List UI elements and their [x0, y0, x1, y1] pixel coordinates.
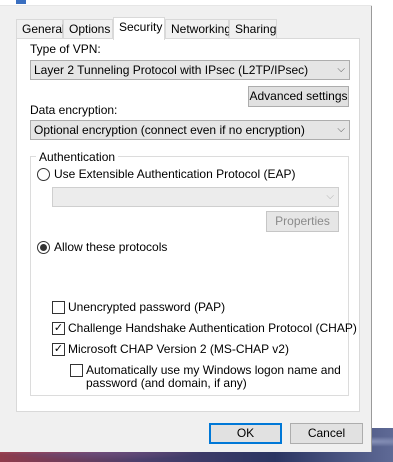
chevron-down-icon: ⌵ — [337, 124, 345, 135]
tab-sharing[interactable]: Sharing — [229, 19, 277, 39]
vpn-type-select[interactable]: Layer 2 Tunneling Protocol with IPsec (L… — [30, 60, 350, 80]
allow-protocols-label[interactable]: Allow these protocols — [54, 240, 167, 254]
advanced-settings-button[interactable]: Advanced settings — [248, 86, 349, 107]
eap-radio[interactable] — [37, 168, 50, 181]
data-encryption-select[interactable]: Optional encryption (connect even if no … — [30, 120, 350, 140]
pap-checkbox[interactable] — [52, 301, 65, 314]
auto-logon-label-line1[interactable]: Automatically use my Windows logon name … — [86, 363, 341, 377]
allow-protocols-radio[interactable] — [37, 241, 50, 254]
data-encryption-value: Optional encryption (connect even if no … — [34, 123, 305, 137]
vpn-type-value: Layer 2 Tunneling Protocol with IPsec (L… — [34, 63, 309, 77]
chevron-down-icon: ⌵ — [337, 64, 345, 75]
mschapv2-label[interactable]: Microsoft CHAP Version 2 (MS-CHAP v2) — [68, 342, 289, 356]
auto-logon-label-line2[interactable]: password (and domain, if any) — [86, 376, 247, 390]
cancel-button[interactable]: Cancel — [290, 423, 363, 444]
vpn-type-label: Type of VPN: — [30, 42, 101, 56]
tab-options[interactable]: Options — [63, 19, 113, 39]
auto-logon-checkbox[interactable] — [70, 364, 83, 377]
ok-button[interactable]: OK — [209, 423, 282, 444]
title-bar — [0, 0, 372, 6]
window-icon — [16, 0, 26, 4]
eap-method-select[interactable]: ⌵ — [52, 187, 339, 207]
tab-networking[interactable]: Networking — [165, 19, 231, 39]
authentication-title: Authentication — [36, 150, 119, 164]
eap-radio-label[interactable]: Use Extensible Authentication Protocol (… — [54, 167, 295, 181]
chap-checkbox[interactable]: ✓ — [52, 322, 65, 335]
chevron-down-icon: ⌵ — [326, 191, 334, 202]
tab-security[interactable]: Security — [113, 17, 165, 40]
background-window-edge — [370, 0, 393, 428]
vpn-properties-dialog: General Options Security Networking Shar… — [0, 0, 372, 452]
properties-button[interactable]: Properties — [266, 211, 339, 232]
pap-label[interactable]: Unencrypted password (PAP) — [68, 300, 225, 314]
tab-general[interactable]: General — [16, 19, 65, 39]
data-encryption-label: Data encryption: — [30, 103, 118, 117]
mschapv2-checkbox[interactable]: ✓ — [52, 343, 65, 356]
chap-label[interactable]: Challenge Handshake Authentication Proto… — [68, 321, 357, 335]
